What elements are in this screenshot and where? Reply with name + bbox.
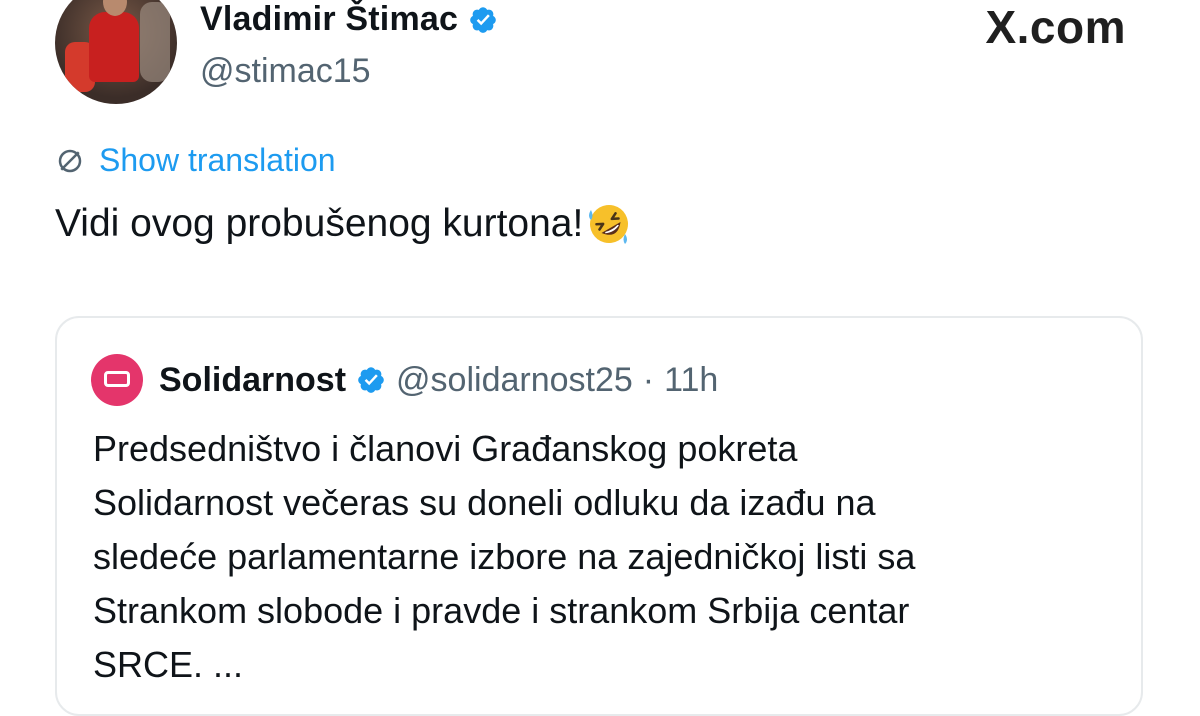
quoted-text-line: sledeće parlamentarne izbore na zajednič… xyxy=(93,536,916,577)
quoted-text-line: Predsedništvo i članovi Građanskog pokre… xyxy=(93,428,798,469)
solidarnost-avatar[interactable] xyxy=(91,354,143,406)
tweet-text-content: Vidi ovog probušenog kurtona! xyxy=(55,202,584,245)
show-translation-label[interactable]: Show translation xyxy=(99,142,336,179)
quoted-text-line: Strankom slobode i pravde i strankom Srb… xyxy=(93,590,910,631)
author-display-name[interactable]: Vladimir Štimac xyxy=(200,0,458,39)
author-handle[interactable]: @stimac15 xyxy=(200,52,371,91)
quoted-text-line: SRCE. ... xyxy=(93,644,244,685)
quoted-separator: · xyxy=(642,360,655,399)
tweet-text: Vidi ovog probušenog kurtona! xyxy=(55,200,633,248)
quoted-tweet-card[interactable]: Solidarnost @solidarnost25 · 11h Predsed… xyxy=(55,316,1143,716)
quoted-timestamp[interactable]: 11h xyxy=(664,361,718,400)
brand-label: X.com xyxy=(985,1,1126,53)
author-name-row[interactable]: Vladimir Štimac xyxy=(200,0,498,39)
quoted-display-name[interactable]: Solidarnost xyxy=(159,361,346,400)
rolling-laughing-emoji-icon xyxy=(589,205,629,244)
show-translation-link[interactable]: Show translation xyxy=(55,142,336,179)
quoted-tweet-body: Predsedništvo i članovi Građanskog pokre… xyxy=(93,422,1103,692)
author-avatar[interactable] xyxy=(55,0,177,104)
quoted-handle[interactable]: @solidarnost25 xyxy=(396,361,633,400)
translate-icon xyxy=(58,149,82,172)
quoted-tweet-header: Solidarnost @solidarnost25 · 11h xyxy=(91,354,718,406)
verified-badge-icon xyxy=(470,6,496,33)
quoted-verified-badge-icon xyxy=(358,367,384,393)
quoted-text-line: Solidarnost večeras su doneli odluku da … xyxy=(93,482,876,523)
